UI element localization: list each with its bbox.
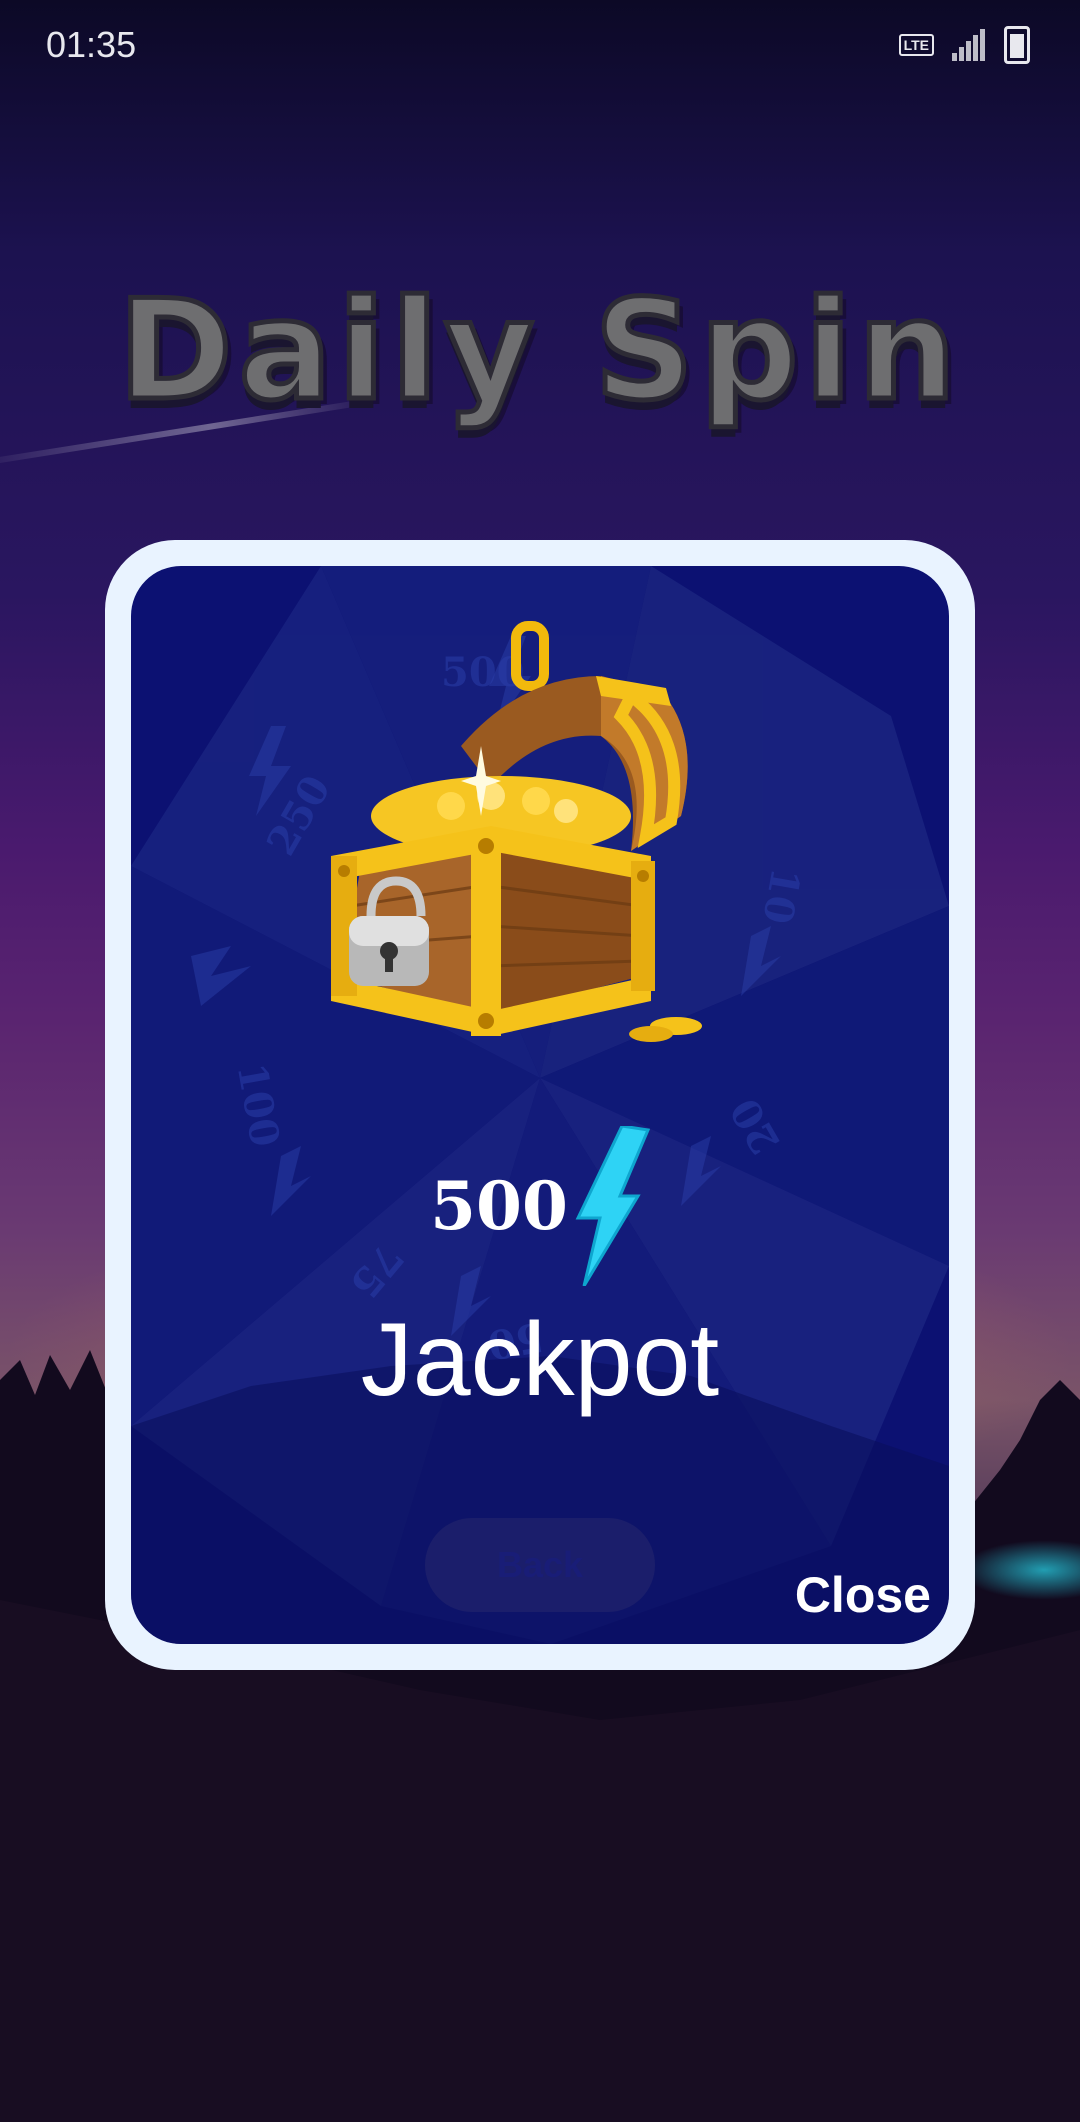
close-button[interactable]: Close: [795, 1566, 931, 1624]
background-teal-glow: [960, 1540, 1080, 1600]
lightning-bolt-icon: [575, 1126, 650, 1286]
page-title: Daily Spin: [116, 268, 962, 434]
wheel-segment-label: 10: [753, 864, 809, 927]
battery-charging-icon: [1004, 26, 1030, 64]
signal-icon: [952, 29, 985, 61]
lte-icon: LTE: [898, 34, 934, 56]
reward-label: Jackpot: [360, 1302, 720, 1418]
back-button[interactable]: Back: [425, 1518, 655, 1612]
status-icons: LTE: [898, 26, 1030, 64]
reward-amount: 500: [430, 1167, 568, 1245]
reward-dialog: 500 250 100 75 50 20 10 500 Jackpot Back…: [105, 540, 975, 1670]
reward-amount-row: 500: [131, 1126, 949, 1286]
treasure-chest-icon: [331, 621, 702, 1042]
reward-dialog-body: 500 250 100 75 50 20 10 500 Jackpot Back…: [131, 566, 949, 1644]
status-time: 01:35: [46, 24, 137, 65]
status-bar: 01:35 LTE: [0, 0, 1080, 90]
